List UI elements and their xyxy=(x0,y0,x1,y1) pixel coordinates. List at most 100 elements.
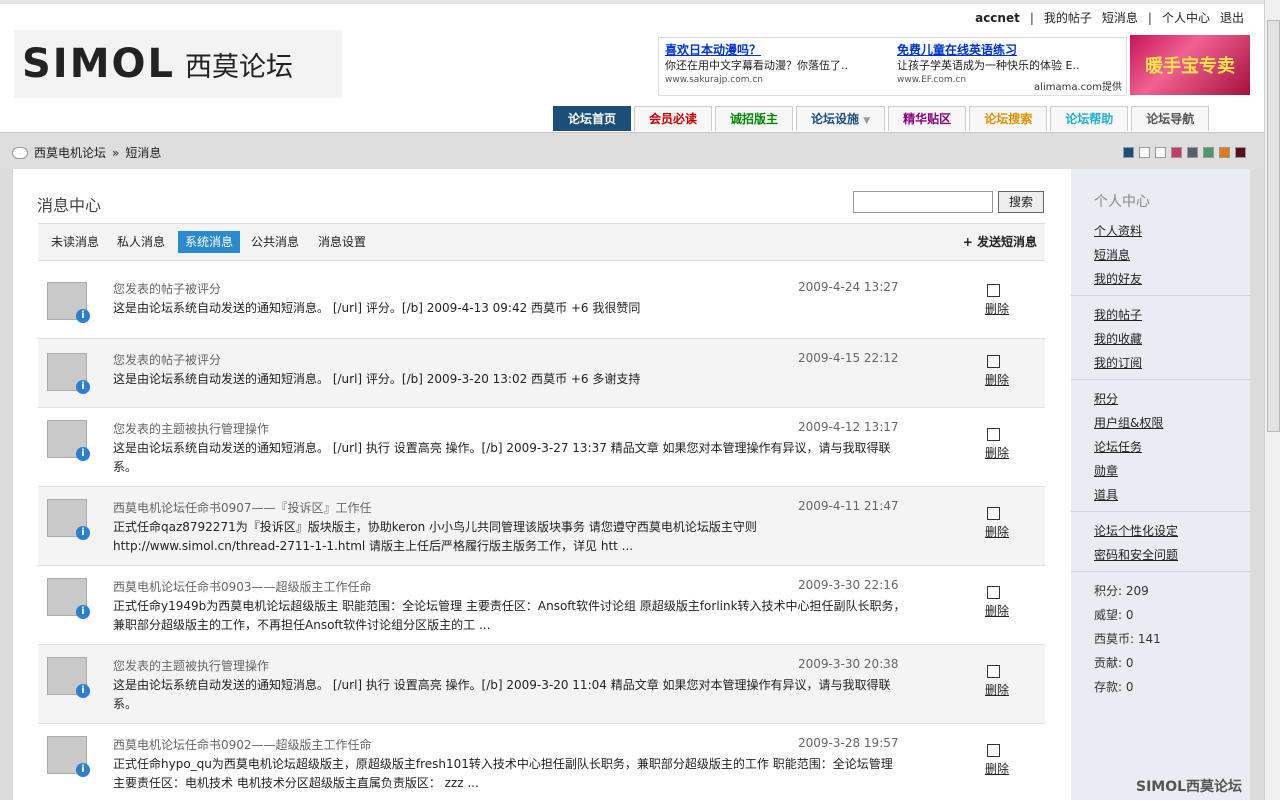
sidebar-title: 个人中心 xyxy=(1094,194,1150,210)
sidebar-item-messages[interactable]: 短消息 xyxy=(1094,243,1142,267)
message-date: 2009-4-24 13:27 xyxy=(798,280,899,294)
user-center-link[interactable]: 个人中心 xyxy=(1162,9,1210,26)
message-subject[interactable]: 西莫电机论坛任命书0902——超级版主工作任命 xyxy=(113,736,372,753)
nav-recruit[interactable]: 诚招版主 xyxy=(715,106,794,131)
system-avatar: i xyxy=(47,657,90,698)
delete-link[interactable]: 删除 xyxy=(985,760,1009,777)
separator: | xyxy=(1029,10,1034,25)
theme-swatch[interactable] xyxy=(1171,147,1182,158)
theme-swatch[interactable] xyxy=(1203,147,1214,158)
sidebar-item-favorites[interactable]: 我的收藏 xyxy=(1094,327,1142,351)
system-avatar: i xyxy=(47,499,90,540)
delete-link[interactable]: 删除 xyxy=(985,371,1009,388)
theme-swatch[interactable] xyxy=(1235,147,1246,158)
message-row: i 您发表的帖子被评分 2009-4-24 13:27 这是由论坛系统自动发送的… xyxy=(38,260,1045,339)
nav-guide[interactable]: 论坛导航 xyxy=(1131,106,1210,131)
nav-rules[interactable]: 会员必读 xyxy=(634,106,713,131)
message-subject[interactable]: 您发表的主题被执行管理操作 xyxy=(113,420,269,437)
messages-link[interactable]: 短消息 xyxy=(1102,9,1138,26)
ad-left-url: www.sakurajp.com.cn xyxy=(665,75,763,85)
username-link[interactable]: accnet xyxy=(975,11,1020,25)
delete-link[interactable]: 删除 xyxy=(985,523,1009,540)
logout-link[interactable]: 退出 xyxy=(1220,9,1244,26)
sidebar-group: 我的帖子 我的收藏 我的订阅 xyxy=(1094,303,1142,375)
nav-help[interactable]: 论坛帮助 xyxy=(1050,106,1129,131)
ad-right-title[interactable]: 免费儿童在线英语练习 xyxy=(897,43,1117,58)
tab-unread[interactable]: 未读消息 xyxy=(44,231,106,253)
search-input[interactable] xyxy=(853,191,993,213)
sidebar-item-security[interactable]: 密码和安全问题 xyxy=(1094,543,1178,567)
theme-swatch[interactable] xyxy=(1219,147,1230,158)
nav-facilities[interactable]: 论坛设施 ▼ xyxy=(796,106,886,131)
chevron-down-icon: ▼ xyxy=(863,116,871,126)
message-checkbox[interactable] xyxy=(987,355,1000,368)
stat-credits: 积分: 209 xyxy=(1094,584,1149,598)
logo-brand: SIMOL xyxy=(22,41,175,87)
header: accnet | 我的帖子 短消息 | 个人中心 退出 SIMOL 西莫论坛 喜… xyxy=(0,0,1264,132)
site-logo[interactable]: SIMOL 西莫论坛 xyxy=(14,30,342,98)
sidebar-item-friends[interactable]: 我的好友 xyxy=(1094,267,1142,291)
delete-link[interactable]: 删除 xyxy=(985,602,1009,619)
delete-link[interactable]: 删除 xyxy=(985,681,1009,698)
info-icon: i xyxy=(76,309,90,323)
logo-cn: 西莫论坛 xyxy=(185,51,293,83)
nav-search[interactable]: 论坛搜索 xyxy=(969,106,1048,131)
message-subject[interactable]: 您发表的帖子被评分 xyxy=(113,351,221,368)
tab-private[interactable]: 私人消息 xyxy=(110,231,172,253)
sidebar-item-medals[interactable]: 勋章 xyxy=(1094,459,1163,483)
divider xyxy=(1071,379,1250,380)
info-icon: i xyxy=(76,447,90,461)
delete-link[interactable]: 删除 xyxy=(985,300,1009,317)
info-icon: i xyxy=(76,526,90,540)
sidebar-item-profile[interactable]: 个人资料 xyxy=(1094,219,1142,243)
search-button[interactable]: 搜索 xyxy=(998,191,1044,213)
theme-swatch[interactable] xyxy=(1155,147,1166,158)
sidebar-group: 个人资料 短消息 我的好友 xyxy=(1094,219,1142,291)
sidebar-item-credits[interactable]: 积分 xyxy=(1094,387,1163,411)
scrollbar-thumb[interactable] xyxy=(1267,20,1280,432)
ad-left[interactable]: 喜欢日本动漫吗？ 你还在用中文字幕看动漫？你落伍了.. www.sakurajp… xyxy=(665,43,885,88)
system-avatar: i xyxy=(47,353,90,394)
breadcrumb-home[interactable]: 西莫电机论坛 xyxy=(34,144,106,161)
sidebar-group: 积分 用户组&权限 论坛任务 勋章 道具 xyxy=(1094,387,1163,507)
message-subject[interactable]: 西莫电机论坛任命书0903——超级版主工作任命 xyxy=(113,578,372,595)
system-avatar: i xyxy=(47,420,90,461)
send-message-button[interactable]: + 发送短消息 xyxy=(963,231,1037,253)
user-sidebar: 个人中心 个人资料 短消息 我的好友 我的帖子 我的收藏 我的订阅 积分 用户组… xyxy=(1071,169,1250,800)
message-checkbox[interactable] xyxy=(987,586,1000,599)
theme-swatch[interactable] xyxy=(1123,147,1134,158)
stat-prestige: 威望: 0 xyxy=(1094,608,1134,622)
ad-left-title[interactable]: 喜欢日本动漫吗？ xyxy=(665,43,885,58)
banner-ad[interactable]: 暖手宝专卖 xyxy=(1130,35,1250,95)
message-subject[interactable]: 您发表的主题被执行管理操作 xyxy=(113,657,269,674)
message-checkbox[interactable] xyxy=(987,507,1000,520)
sidebar-item-posts[interactable]: 我的帖子 xyxy=(1094,303,1142,327)
scrollbar[interactable] xyxy=(1264,0,1280,800)
nav-featured[interactable]: 精华贴区 xyxy=(888,106,967,131)
ad-provider: alimama.com提供 xyxy=(1034,82,1122,93)
theme-swatch[interactable] xyxy=(1139,147,1150,158)
tab-public[interactable]: 公共消息 xyxy=(244,231,306,253)
message-body: 这是由论坛系统自动发送的通知短消息。 [/url] 执行 设置高亮 操作。[/b… xyxy=(113,441,891,474)
tab-settings[interactable]: 消息设置 xyxy=(311,231,373,253)
sidebar-item-props[interactable]: 道具 xyxy=(1094,483,1163,507)
message-row: i 西莫电机论坛任命书0907——『投诉区』工作任 2009-4-11 21:4… xyxy=(38,487,1045,566)
message-body: 这是由论坛系统自动发送的通知短消息。 [/url] 评分。[/b] 2009-3… xyxy=(113,372,641,386)
delete-link[interactable]: 删除 xyxy=(985,444,1009,461)
message-checkbox[interactable] xyxy=(987,665,1000,678)
message-subject[interactable]: 您发表的帖子被评分 xyxy=(113,280,221,297)
message-tabs: 未读消息 私人消息 系统消息 公共消息 消息设置 + 发送短消息 xyxy=(38,223,1045,261)
tab-system[interactable]: 系统消息 xyxy=(178,231,241,253)
theme-swatch[interactable] xyxy=(1187,147,1198,158)
message-subject[interactable]: 西莫电机论坛任命书0907——『投诉区』工作任 xyxy=(113,499,372,516)
ad-left-text: 你还在用中文字幕看动漫？你落伍了.. xyxy=(665,59,848,72)
sidebar-item-personalize[interactable]: 论坛个性化设定 xyxy=(1094,519,1178,543)
message-checkbox[interactable] xyxy=(987,428,1000,441)
sidebar-item-subscriptions[interactable]: 我的订阅 xyxy=(1094,351,1142,375)
nav-home[interactable]: 论坛首页 xyxy=(553,106,632,131)
sidebar-item-tasks[interactable]: 论坛任务 xyxy=(1094,435,1163,459)
message-checkbox[interactable] xyxy=(987,744,1000,757)
my-posts-link[interactable]: 我的帖子 xyxy=(1044,9,1092,26)
sidebar-item-usergroup[interactable]: 用户组&权限 xyxy=(1094,411,1163,435)
message-checkbox[interactable] xyxy=(987,284,1000,297)
